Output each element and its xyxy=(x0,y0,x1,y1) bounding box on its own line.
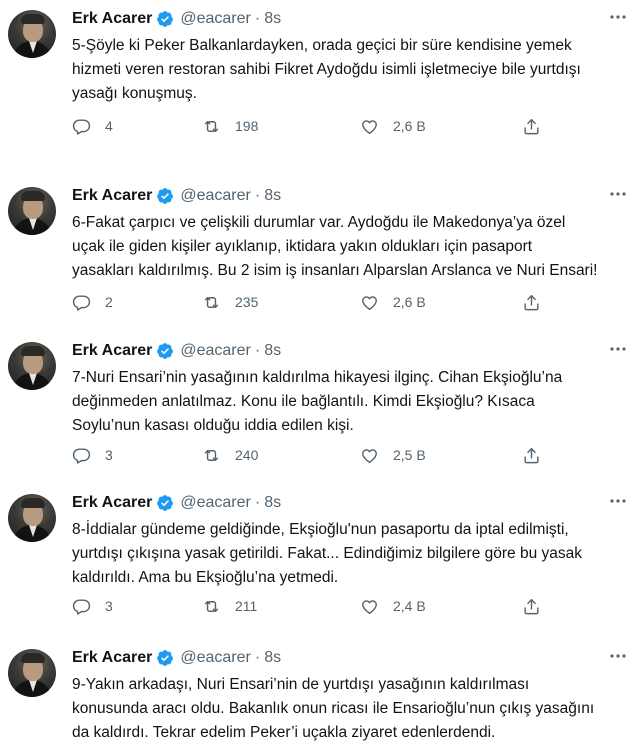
author-handle[interactable]: @eacarer xyxy=(180,649,251,667)
like-count: 2,6 B xyxy=(393,118,426,134)
tweet-text: 8-İddialar gündeme geldiğinde, Ekşioğlu'… xyxy=(72,521,583,586)
tweet-text: 7-Nuri Ensari’nin yasağının kaldırılma h… xyxy=(72,369,563,434)
retweet-count: 211 xyxy=(235,598,258,614)
reply-count: 3 xyxy=(105,598,113,614)
tweet-text: 9-Yakın arkadaşı, Nuri Ensari’nin de yur… xyxy=(72,676,595,741)
like-button[interactable]: 2,6 B xyxy=(360,292,426,312)
more-dots-icon[interactable] xyxy=(606,649,630,663)
avatar[interactable] xyxy=(8,342,56,390)
separator-dot: · xyxy=(254,10,261,27)
share-icon xyxy=(524,447,539,463)
share-icon xyxy=(524,598,539,614)
tweet[interactable]: Erk Acarer @eacarer · 8s 5-Şöyle ki Peke… xyxy=(0,10,640,146)
tweet[interactable]: Erk Acarer @eacarer · 8s 6-Fakat çarpıcı… xyxy=(0,187,640,317)
like-count: 2,4 B xyxy=(393,598,426,614)
retweet-button[interactable]: 235 xyxy=(202,292,258,312)
more-dots-icon[interactable] xyxy=(606,10,630,24)
avatar[interactable] xyxy=(8,494,56,542)
share-button[interactable] xyxy=(522,445,541,465)
avatar[interactable] xyxy=(8,649,56,697)
verified-badge-icon xyxy=(157,11,174,27)
separator-dot: · xyxy=(254,342,261,359)
tweet-header: Erk Acarer @eacarer · 8s xyxy=(72,8,281,30)
tweet-header: Erk Acarer @eacarer · 8s xyxy=(72,185,281,207)
verified-badge-icon xyxy=(157,495,174,511)
tweet-header: Erk Acarer @eacarer · 8s xyxy=(72,340,281,362)
reply-count: 2 xyxy=(105,294,113,310)
retweet-icon xyxy=(204,449,219,461)
retweet-icon xyxy=(204,296,219,308)
like-count: 2,5 B xyxy=(393,447,426,463)
author-name[interactable]: Erk Acarer xyxy=(72,187,152,205)
like-button[interactable]: 2,4 B xyxy=(360,596,426,616)
action-bar: 2 235 2,6 B xyxy=(72,292,552,312)
author-name[interactable]: Erk Acarer xyxy=(72,649,152,667)
tweet[interactable]: Erk Acarer @eacarer · 8s 7-Nuri Ensari’n… xyxy=(0,342,640,472)
action-bar: 3 240 2,5 B xyxy=(72,445,552,465)
verified-badge-icon xyxy=(157,343,174,359)
action-bar: 3 211 2,4 B xyxy=(72,596,552,616)
tweet-text: 6-Fakat çarpıcı ve çelişkili durumlar va… xyxy=(72,214,598,279)
verified-badge-icon xyxy=(157,650,174,666)
reply-button[interactable]: 3 xyxy=(72,596,113,616)
share-button[interactable] xyxy=(522,116,541,136)
heart-icon xyxy=(362,119,377,134)
share-icon xyxy=(524,118,539,134)
reply-count: 4 xyxy=(105,118,113,134)
retweet-button[interactable]: 198 xyxy=(202,116,258,136)
author-handle[interactable]: @eacarer xyxy=(180,187,251,205)
author-handle[interactable]: @eacarer xyxy=(180,342,251,360)
reply-button[interactable]: 2 xyxy=(72,292,113,312)
retweet-icon xyxy=(204,600,219,612)
timestamp[interactable]: 8s xyxy=(264,187,281,205)
retweet-button[interactable]: 240 xyxy=(202,445,258,465)
separator-dot: · xyxy=(254,649,261,666)
tweet-text: 5-Şöyle ki Peker Balkanlardayken, orada … xyxy=(72,37,581,102)
timestamp[interactable]: 8s xyxy=(264,649,281,667)
author-handle[interactable]: @eacarer xyxy=(180,10,251,28)
reply-icon xyxy=(72,294,91,311)
action-bar: 4 198 2,6 B xyxy=(72,116,552,136)
heart-icon xyxy=(362,295,377,310)
like-button[interactable]: 2,5 B xyxy=(360,445,426,465)
author-name[interactable]: Erk Acarer xyxy=(72,342,152,360)
author-name[interactable]: Erk Acarer xyxy=(72,10,152,28)
tweet[interactable]: Erk Acarer @eacarer · 8s 9-Yakın arkadaş… xyxy=(0,647,640,741)
timestamp[interactable]: 8s xyxy=(264,494,281,512)
retweet-button[interactable]: 211 xyxy=(202,596,257,616)
reply-button[interactable]: 4 xyxy=(72,116,113,136)
heart-icon xyxy=(362,599,377,614)
reply-icon xyxy=(72,598,91,615)
more-dots-icon[interactable] xyxy=(606,494,630,508)
reply-button[interactable]: 3 xyxy=(72,445,113,465)
like-count: 2,6 B xyxy=(393,294,426,310)
avatar[interactable] xyxy=(8,187,56,235)
verified-badge-icon xyxy=(157,188,174,204)
author-name[interactable]: Erk Acarer xyxy=(72,494,152,512)
author-handle[interactable]: @eacarer xyxy=(180,494,251,512)
more-dots-icon[interactable] xyxy=(606,342,630,356)
retweet-count: 235 xyxy=(235,294,259,310)
reply-count: 3 xyxy=(105,447,113,463)
reply-icon xyxy=(72,447,91,464)
avatar[interactable] xyxy=(8,10,56,58)
share-icon xyxy=(524,294,539,310)
tweet-header: Erk Acarer @eacarer · 8s xyxy=(72,647,281,669)
like-button[interactable]: 2,6 B xyxy=(360,116,426,136)
retweet-count: 240 xyxy=(235,447,259,463)
tweet[interactable]: Erk Acarer @eacarer · 8s 8-İddialar günd… xyxy=(0,494,640,624)
tweet-header: Erk Acarer @eacarer · 8s xyxy=(72,492,281,514)
share-button[interactable] xyxy=(522,596,541,616)
timestamp[interactable]: 8s xyxy=(264,10,281,28)
retweet-count: 198 xyxy=(235,118,259,134)
separator-dot: · xyxy=(254,187,261,204)
reply-icon xyxy=(72,118,91,135)
timestamp[interactable]: 8s xyxy=(264,342,281,360)
share-button[interactable] xyxy=(522,292,541,312)
separator-dot: · xyxy=(254,494,261,511)
heart-icon xyxy=(362,448,377,463)
more-dots-icon[interactable] xyxy=(606,187,630,201)
retweet-icon xyxy=(204,120,219,132)
